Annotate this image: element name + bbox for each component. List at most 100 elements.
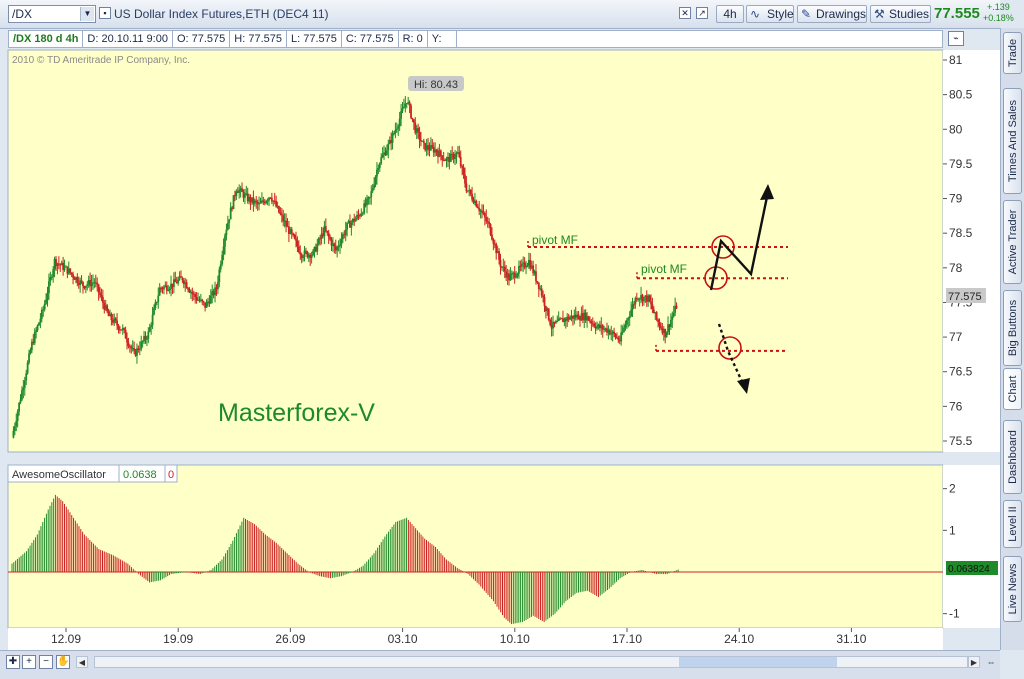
tab-active-trader[interactable]: Active Trader [1003,200,1022,284]
hi-label-text: Hi: 80.43 [414,79,458,91]
price-axis-label: 75.5 [949,434,973,448]
candle-body [150,325,153,328]
candle-body [46,293,49,300]
scroll-right-icon[interactable]: ▶ [968,656,980,668]
zoom-in-icon[interactable]: + [22,655,36,669]
candle-body [614,334,617,338]
candle-body [232,195,235,210]
candle-body [243,193,246,198]
tab-chart[interactable]: Chart [1003,368,1022,410]
time-scrollbar-thumb[interactable] [679,657,837,667]
style-icon: ∿ [750,7,761,21]
candle-body [19,399,22,403]
candle-body [151,314,154,326]
time-scrollbar[interactable] [94,656,968,668]
candle-body [302,257,304,259]
side-tabs: Trade Times And Sales Active Trader Big … [1000,28,1024,650]
candle-body [461,166,464,168]
tab-level-ii-label: Level II [1006,506,1019,542]
last-price: 77.555 [934,5,980,22]
candle-body [665,332,668,338]
candle-body [620,332,623,342]
instrument-title: US Dollar Index Futures,ETH (DEC4 11) [114,7,329,21]
tab-trade[interactable]: Trade [1003,32,1022,74]
symbol-input[interactable]: /DX ▼ [8,5,96,23]
symbol-dropdown-icon[interactable]: ▼ [80,7,94,21]
candle-body [540,288,543,296]
candle-body [180,276,182,278]
candle-body [491,234,493,240]
candle-body [229,207,232,220]
tab-level-ii[interactable]: Level II [1003,500,1022,548]
candle-body [23,380,26,388]
candle-body [38,322,40,326]
price-panel-background [7,49,944,453]
pivot-label-2: pivot MF [641,262,687,276]
candle-body [148,327,151,332]
candle-body [124,329,127,339]
candle-body [669,319,672,328]
candle-body [458,152,461,158]
candle-body [106,305,109,312]
candle-body [28,353,30,363]
link-icon[interactable]: ▪ [99,7,111,19]
expand-icon[interactable]: ⇔ [984,656,998,668]
candle-body [140,341,143,349]
candle-body [188,289,191,293]
time-axis-label: 26.09 [275,632,305,646]
candle-body [29,350,32,354]
candle-body [633,304,635,306]
candle-body [336,246,339,251]
candle-body [445,158,448,161]
candle-body [397,126,400,129]
candle-body [377,167,380,170]
style-label: Style [767,7,794,21]
style-button[interactable]: ∿ Style [746,5,794,23]
candle-body [378,163,381,168]
candle-body [163,286,165,290]
crosshair-tool-icon[interactable]: ✕ [679,7,691,19]
price-axis-label: 76.5 [949,365,973,379]
candle-body [489,224,492,235]
oscillator-title: AwesomeOscillator [12,469,106,481]
candle-body [625,320,628,325]
tab-live-news[interactable]: Live News [1003,556,1022,622]
current-price-text: 77.575 [948,291,982,303]
tab-dashboard[interactable]: Dashboard [1003,420,1022,494]
chart-area[interactable]: 2010 © TD Ameritrade IP Company, Inc. 81… [0,28,1000,650]
candle-body [35,330,38,333]
candle-body [368,197,371,199]
candle-body [116,320,118,326]
scroll-left-icon[interactable]: ◀ [76,656,88,668]
studies-button[interactable]: ⚒ Studies [870,5,931,23]
candle-body [613,331,615,335]
candle-body [350,222,353,228]
candle-body [593,323,596,327]
crosshair-icon[interactable]: ✚ [6,655,20,669]
candle-body [516,273,519,277]
candle-body [475,200,478,207]
candle-body [623,327,625,332]
candle-body [648,295,651,302]
candle-body [45,299,47,304]
candle-body [144,336,147,340]
tab-times-and-sales[interactable]: Times And Sales [1003,88,1022,194]
candle-body [660,326,662,329]
candle-body [454,157,456,160]
tab-big-buttons[interactable]: Big Buttons [1003,290,1022,366]
pan-hand-icon[interactable]: ✋ [56,655,70,669]
zoom-out-icon[interactable]: − [39,655,53,669]
timeframe-button[interactable]: 4h [716,5,744,23]
candle-body [42,309,45,311]
bottom-toolbar: ✚ + − ✋ ◀ ▶ ⇔ [0,650,1000,679]
oscillator-panel-background [7,464,944,629]
tab-dashboard-label: Dashboard [1006,430,1019,484]
candle-body [464,174,466,184]
drawings-button[interactable]: ✎ Drawings [797,5,867,23]
candle-body [33,332,36,344]
candle-body [285,220,287,227]
candle-body [374,176,377,185]
drawing-tool-icon[interactable]: ↗ [696,7,708,19]
tab-big-buttons-label: Big Buttons [1006,299,1019,357]
candle-body [99,292,101,296]
